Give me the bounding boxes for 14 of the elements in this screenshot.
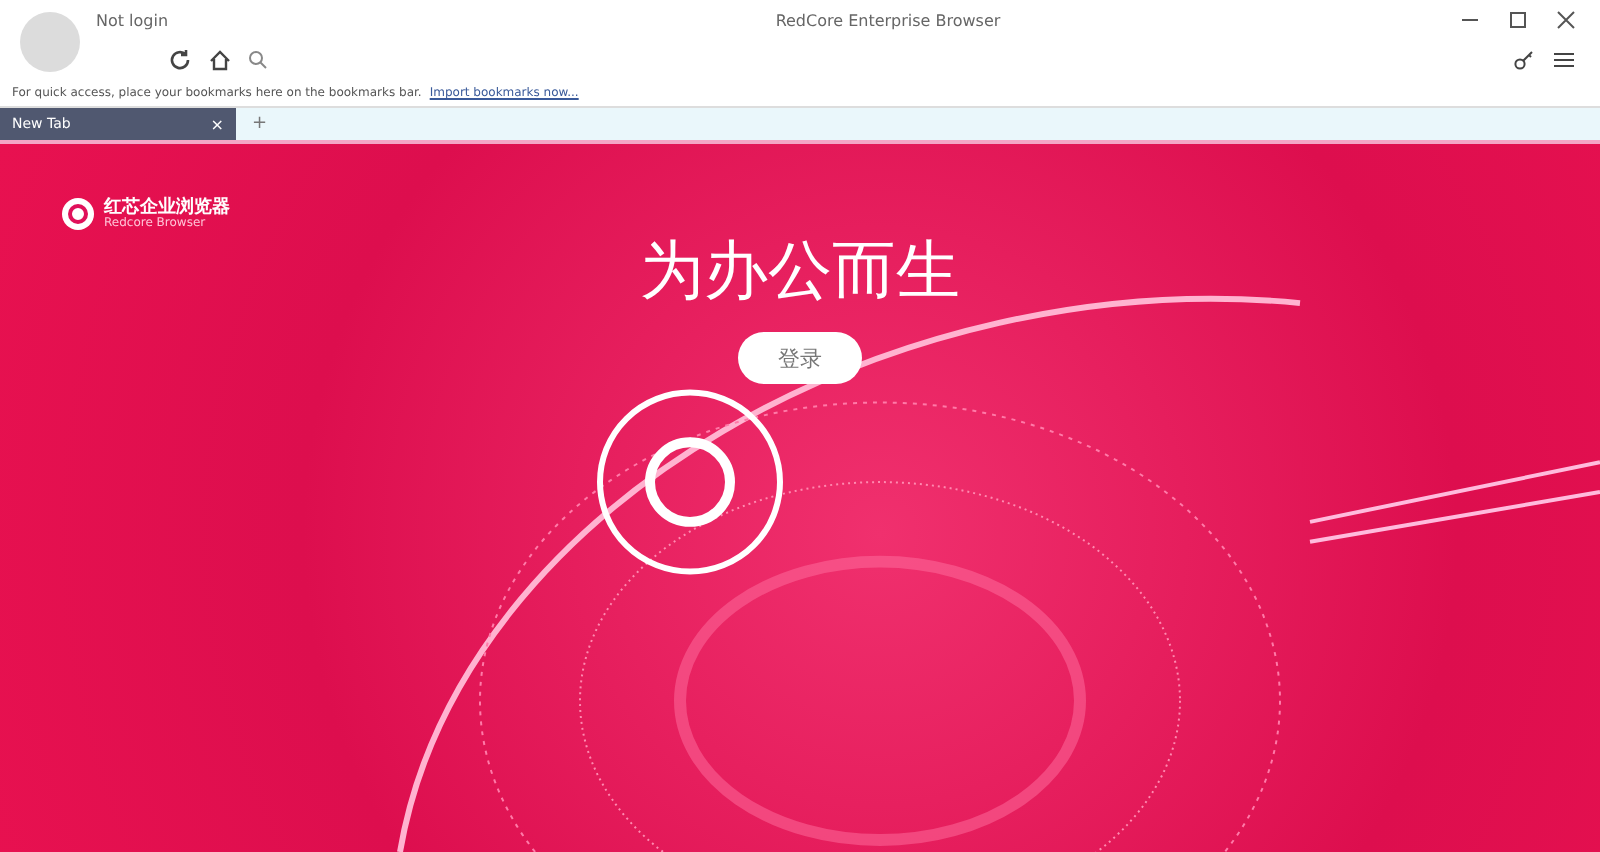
new-tab-button[interactable]: + [252,114,268,134]
home-icon[interactable] [208,48,232,72]
login-button[interactable]: 登录 [738,332,862,384]
logo-icon [60,196,96,232]
key-icon[interactable] [1512,48,1536,72]
maximize-icon[interactable] [1508,10,1528,30]
window-title: RedCore Enterprise Browser [773,11,1003,29]
tab-close-button[interactable]: × [210,115,224,133]
slogan: 为办公而生 [640,230,960,312]
close-icon[interactable] [1556,10,1576,30]
logo-name: 红芯企业浏览器 [104,199,230,217]
user-name[interactable]: Not login [92,11,596,29]
reload-icon[interactable] [168,48,192,72]
menu-icon[interactable] [1552,48,1576,72]
